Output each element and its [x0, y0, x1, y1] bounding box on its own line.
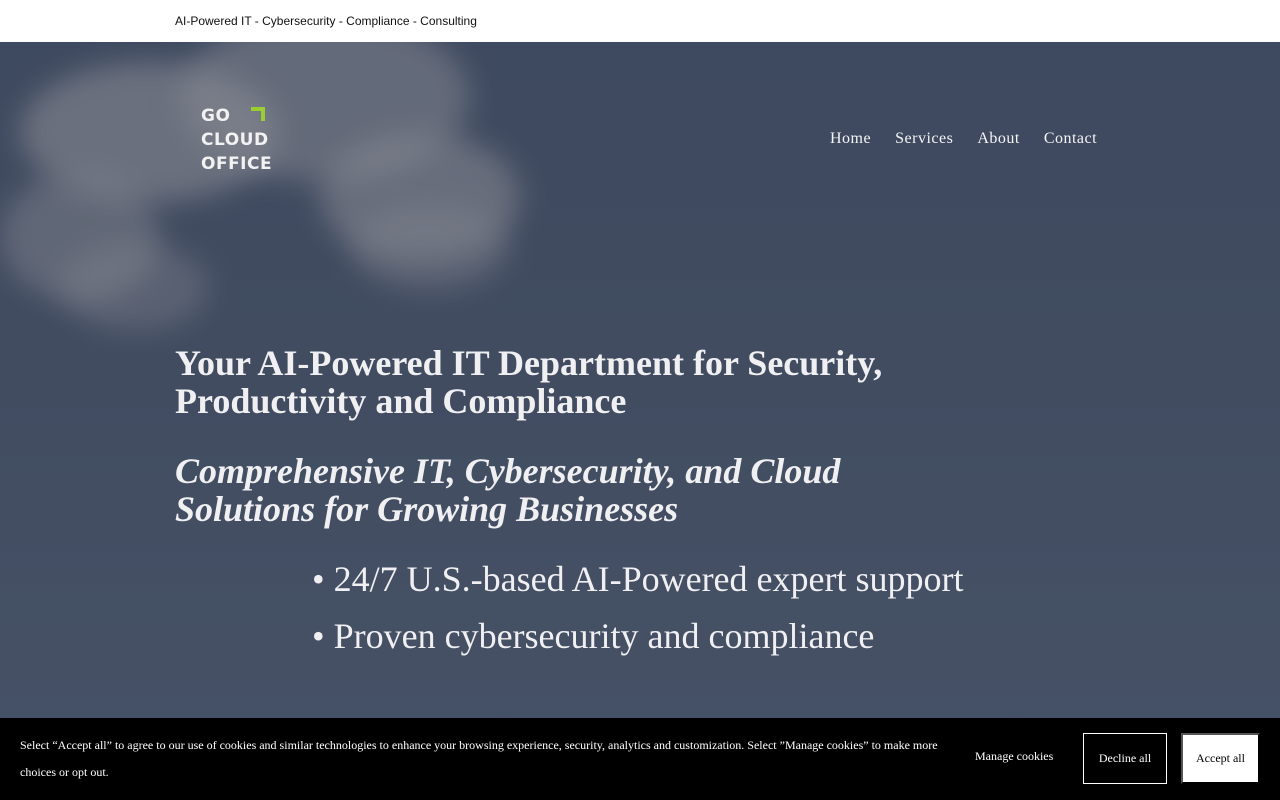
- decline-all-button[interactable]: Decline all: [1083, 733, 1167, 784]
- accept-all-button[interactable]: Accept all: [1181, 733, 1260, 784]
- nav-about[interactable]: About: [977, 130, 1020, 148]
- manage-cookies-link[interactable]: Manage cookies: [975, 749, 1053, 764]
- nav-contact[interactable]: Contact: [1044, 130, 1097, 148]
- hero-bullet-list: • 24/7 U.S.-based AI-Powered expert supp…: [312, 556, 963, 670]
- top-announcement-bar: AI-Powered IT - Cybersecurity - Complian…: [0, 0, 1280, 42]
- logo-line-office: OFFICE: [201, 154, 273, 174]
- cookie-consent-text: Select “Accept all” to agree to our use …: [20, 738, 938, 779]
- hero-subheadline: Comprehensive IT, Cybersecurity, and Clo…: [175, 451, 841, 529]
- logo-line-cloud: CLOUD: [201, 130, 269, 150]
- nav-home[interactable]: Home: [830, 130, 871, 148]
- bullet-item-support: • 24/7 U.S.-based AI-Powered expert supp…: [312, 559, 964, 599]
- bullet-item-compliance: • Proven cybersecurity and compliance: [312, 616, 875, 656]
- cookie-banner: Select “Accept all” to agree to our use …: [0, 718, 1280, 800]
- hero-headline: Your AI-Powered IT Department for Securi…: [175, 343, 883, 421]
- tagline-text: AI-Powered IT - Cybersecurity - Complian…: [175, 14, 477, 28]
- hero-overlay: [0, 42, 1280, 800]
- logo-corner-icon: [251, 107, 265, 121]
- main-nav: Home Services About Contact: [830, 130, 1097, 148]
- site-logo[interactable]: GO CLOUD OFFICE: [201, 104, 273, 174]
- nav-services[interactable]: Services: [895, 130, 953, 148]
- hero-section: GO CLOUD OFFICE Home Services About Cont…: [0, 42, 1280, 800]
